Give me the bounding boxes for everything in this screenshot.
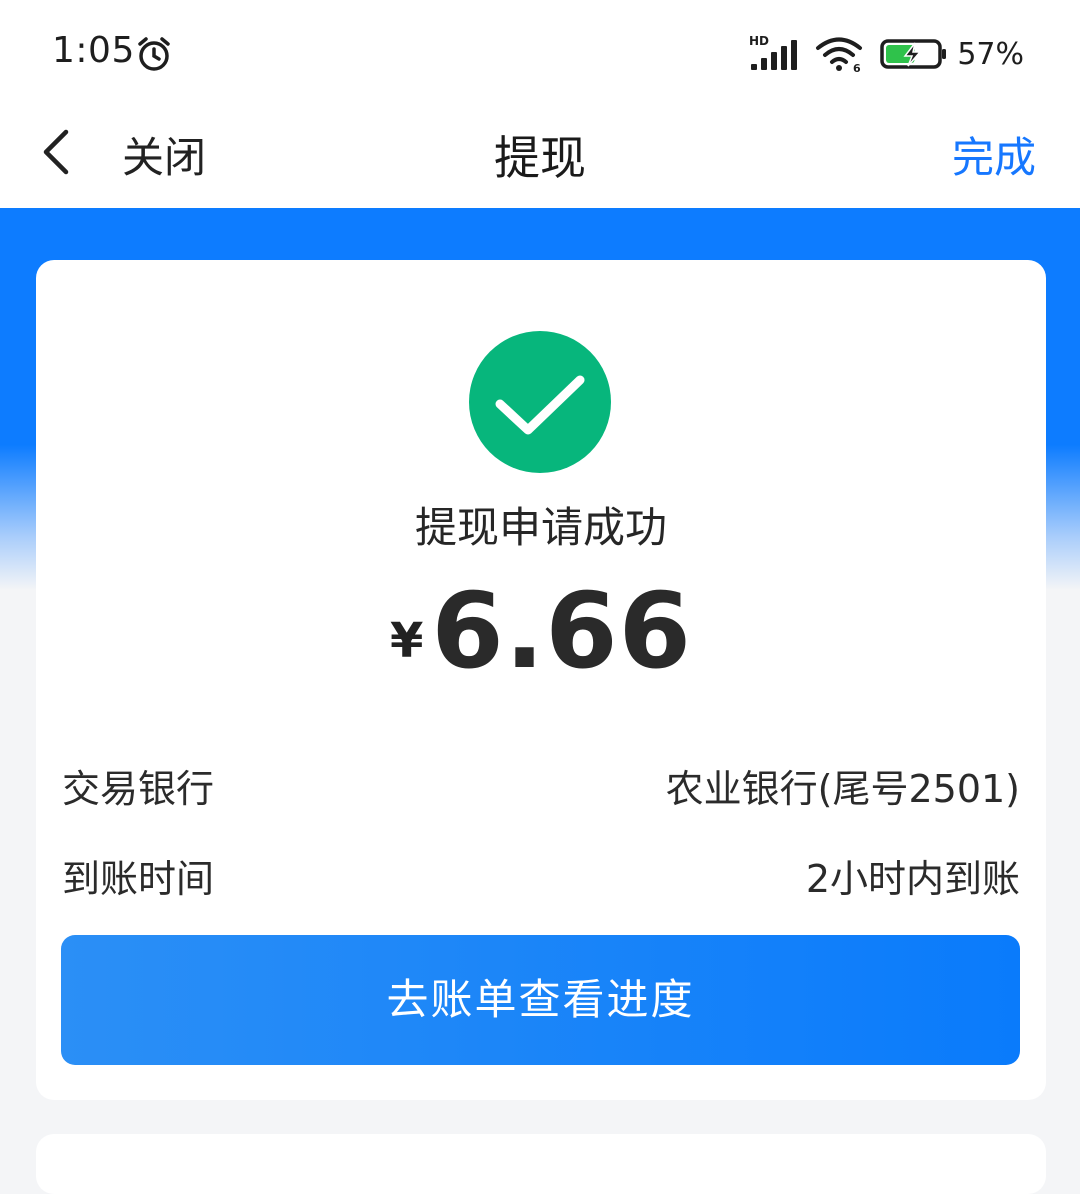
bank-label: 交易银行 xyxy=(62,767,215,811)
network-type-label: HD xyxy=(749,34,769,48)
arrival-time-label: 到账时间 xyxy=(62,857,215,901)
battery-percent: 57% xyxy=(957,36,1024,72)
status-bar: 1:05 HD 6 57% xyxy=(0,0,1080,104)
secondary-card xyxy=(36,1134,1046,1194)
done-button[interactable]: 完成 xyxy=(952,124,1036,185)
wifi-standard-label: 6 xyxy=(853,62,861,74)
check-circle-icon xyxy=(469,331,611,473)
status-time: 1:05 xyxy=(52,30,135,71)
currency-symbol: ¥ xyxy=(389,613,424,669)
wifi-icon: 6 xyxy=(816,37,863,74)
signal-icon: HD xyxy=(749,34,798,70)
amount-value: 6.66 xyxy=(431,570,692,692)
amount-display: ¥6.66 xyxy=(36,570,1046,692)
status-icons: HD 6 57% xyxy=(749,34,1024,74)
arrival-time-value: 2小时内到账 xyxy=(805,857,1020,901)
view-progress-button[interactable]: 去账单查看进度 xyxy=(61,935,1020,1065)
withdraw-result-card: 提现申请成功 ¥6.66 交易银行 农业银行(尾号2501) 到账时间 2小时内… xyxy=(36,260,1046,1100)
page-title: 提现 xyxy=(494,131,586,185)
success-title: 提现申请成功 xyxy=(414,503,667,552)
bank-value: 农业银行(尾号2501) xyxy=(665,767,1020,811)
alarm-icon xyxy=(138,37,170,71)
info-row-arrival-time: 到账时间 2小时内到账 xyxy=(62,848,1020,901)
nav-bar: 关闭 提现 完成 xyxy=(0,104,1080,208)
battery-charging-icon xyxy=(880,39,947,69)
info-row-bank: 交易银行 农业银行(尾号2501) xyxy=(62,758,1020,811)
